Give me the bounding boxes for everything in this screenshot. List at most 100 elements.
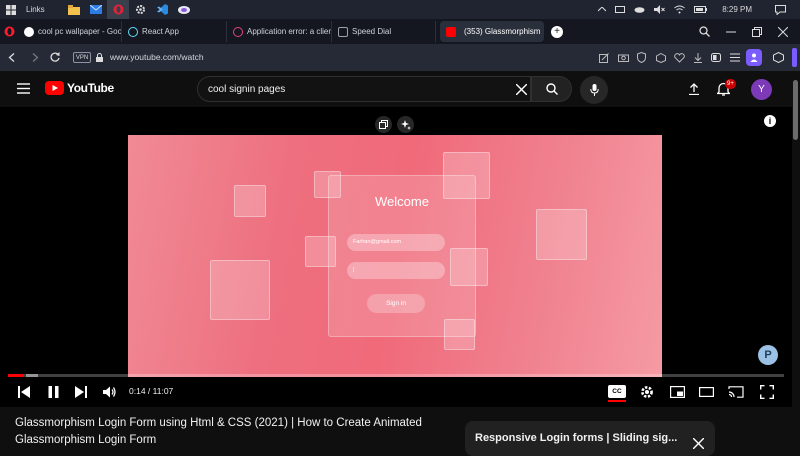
battery-saver-icon[interactable]: [711, 53, 721, 62]
reload-icon[interactable]: [50, 52, 60, 62]
wifi-icon[interactable]: [674, 5, 686, 14]
microphone-icon: [589, 84, 599, 96]
previous-icon[interactable]: [18, 386, 30, 398]
clock-time[interactable]: 8:29 PM: [722, 5, 752, 14]
restore-icon[interactable]: [752, 26, 762, 37]
player-controls: 0:14 / 11:07 CC: [0, 379, 792, 407]
save-to-playlist-icon[interactable]: [375, 116, 392, 133]
box-extension-icon[interactable]: [773, 52, 784, 63]
settings-gear-icon[interactable]: [129, 0, 151, 19]
tab-google-search[interactable]: cool pc wallpaper - Goog: [18, 21, 122, 42]
cloud-icon[interactable]: [634, 6, 645, 13]
windows-taskbar: Links 8:29 PM: [0, 0, 800, 19]
miniplayer-card[interactable]: Responsive Login forms | Sliding sig...: [465, 421, 715, 456]
opera-taskbar-icon[interactable]: [107, 0, 129, 19]
next-icon[interactable]: [75, 386, 87, 398]
app-taskbar-icon[interactable]: [173, 0, 195, 19]
close-window-icon[interactable]: [778, 26, 788, 37]
welcome-heading: Welcome: [375, 194, 429, 209]
pause-icon[interactable]: [48, 386, 59, 398]
chevron-up-icon[interactable]: [598, 7, 607, 12]
opera-menu-icon[interactable]: [0, 19, 18, 44]
video-player[interactable]: i Welcome Farhan@gmail.com | Sign in P 0…: [0, 107, 792, 407]
tab-label: React App: [142, 27, 179, 36]
windows-start-icon[interactable]: [0, 0, 22, 19]
tab-search-icon[interactable]: [699, 26, 710, 37]
progress-bar[interactable]: [8, 374, 784, 377]
notification-center-icon[interactable]: [775, 4, 786, 15]
info-icon[interactable]: i: [764, 115, 776, 127]
miniplayer-title[interactable]: Responsive Login forms | Sliding sig...: [475, 432, 677, 444]
url-field[interactable]: www.youtube.com/watch: [110, 52, 204, 62]
youtube-logo[interactable]: YouTube: [45, 81, 114, 95]
tab-speed-dial[interactable]: Speed Dial: [332, 21, 436, 42]
upload-icon[interactable]: [688, 83, 700, 95]
tab-label: (353) Glassmorphism: [464, 27, 541, 36]
hamburger-menu-icon[interactable]: [17, 83, 30, 94]
mail-icon[interactable]: [85, 0, 107, 19]
glass-square: [234, 185, 266, 217]
error-favicon-icon: [233, 26, 243, 37]
search-button[interactable]: [531, 76, 572, 102]
tab-react-app[interactable]: React App: [122, 21, 227, 42]
file-explorer-icon[interactable]: [63, 0, 85, 19]
edit-icon[interactable]: [599, 53, 609, 63]
theater-mode-icon[interactable]: [699, 387, 714, 397]
tab-label: cool pc wallpaper - Goog: [38, 27, 122, 36]
clear-search-icon[interactable]: [516, 84, 527, 95]
youtube-header: YouTube cool signin pages 9+ Y: [0, 71, 792, 107]
voice-search-button[interactable]: [580, 76, 608, 104]
taskbar-links-label[interactable]: Links: [26, 5, 60, 14]
video-frame[interactable]: Welcome Farhan@gmail.com | Sign in: [128, 135, 662, 377]
glass-square: [210, 260, 270, 320]
system-tray: 8:29 PM: [598, 0, 800, 19]
time-display: 0:14 / 11:07: [129, 386, 174, 396]
google-favicon-icon: [24, 26, 34, 37]
scrollbar-thumb[interactable]: [793, 80, 798, 140]
search-icon: [545, 83, 558, 95]
display-icon[interactable]: [615, 5, 626, 14]
heart-icon[interactable]: [674, 53, 685, 63]
address-bar-row: www.youtube.com/watch: [0, 44, 800, 71]
miniplayer-icon[interactable]: [670, 386, 685, 398]
tab-youtube-active[interactable]: (353) Glassmorphism: [440, 21, 544, 42]
download-icon[interactable]: [693, 53, 703, 63]
avatar[interactable]: Y: [751, 79, 772, 100]
youtube-logo-text: YouTube: [67, 81, 114, 95]
cube-icon[interactable]: [656, 53, 666, 63]
cc-active-indicator: [608, 400, 626, 402]
battery-icon[interactable]: [694, 6, 708, 13]
volume-mute-icon[interactable]: [654, 5, 666, 14]
search-box[interactable]: cool signin pages: [197, 76, 531, 102]
profile-icon[interactable]: [746, 49, 762, 66]
react-favicon-icon: [128, 26, 138, 37]
speed-dial-grid-icon: [338, 26, 348, 37]
progress-played: [8, 374, 25, 377]
easy-setup-menu-icon[interactable]: [730, 53, 740, 62]
notification-count-badge: 9+: [725, 79, 736, 89]
signin-button: Sign in: [367, 294, 425, 313]
glass-square: [536, 209, 587, 260]
ai-sparkle-icon[interactable]: [397, 116, 414, 133]
close-icon[interactable]: [693, 438, 704, 449]
forward-arrow-icon[interactable]: [31, 53, 39, 62]
lock-icon[interactable]: [96, 53, 103, 62]
back-arrow-icon[interactable]: [8, 53, 16, 62]
tab-label: Speed Dial: [352, 27, 392, 36]
minimize-icon[interactable]: [726, 27, 736, 37]
channel-watermark-icon[interactable]: P: [758, 345, 778, 365]
volume-icon[interactable]: [103, 386, 117, 398]
camera-snapshot-icon[interactable]: [618, 53, 629, 62]
settings-icon[interactable]: [640, 385, 654, 399]
fullscreen-icon[interactable]: [760, 385, 774, 399]
shield-icon[interactable]: [637, 52, 646, 63]
search-input[interactable]: cool signin pages: [208, 84, 285, 95]
vscode-icon[interactable]: [151, 0, 173, 19]
vpn-badge[interactable]: VPN: [73, 52, 91, 63]
closed-captions-button[interactable]: CC: [608, 385, 626, 398]
cast-icon[interactable]: [728, 386, 744, 398]
youtube-play-logo-icon: [45, 81, 64, 95]
cc-label: CC: [612, 388, 622, 395]
new-tab-plus-icon[interactable]: +: [551, 25, 563, 38]
tab-application-error[interactable]: Application error: a client: [227, 21, 332, 42]
